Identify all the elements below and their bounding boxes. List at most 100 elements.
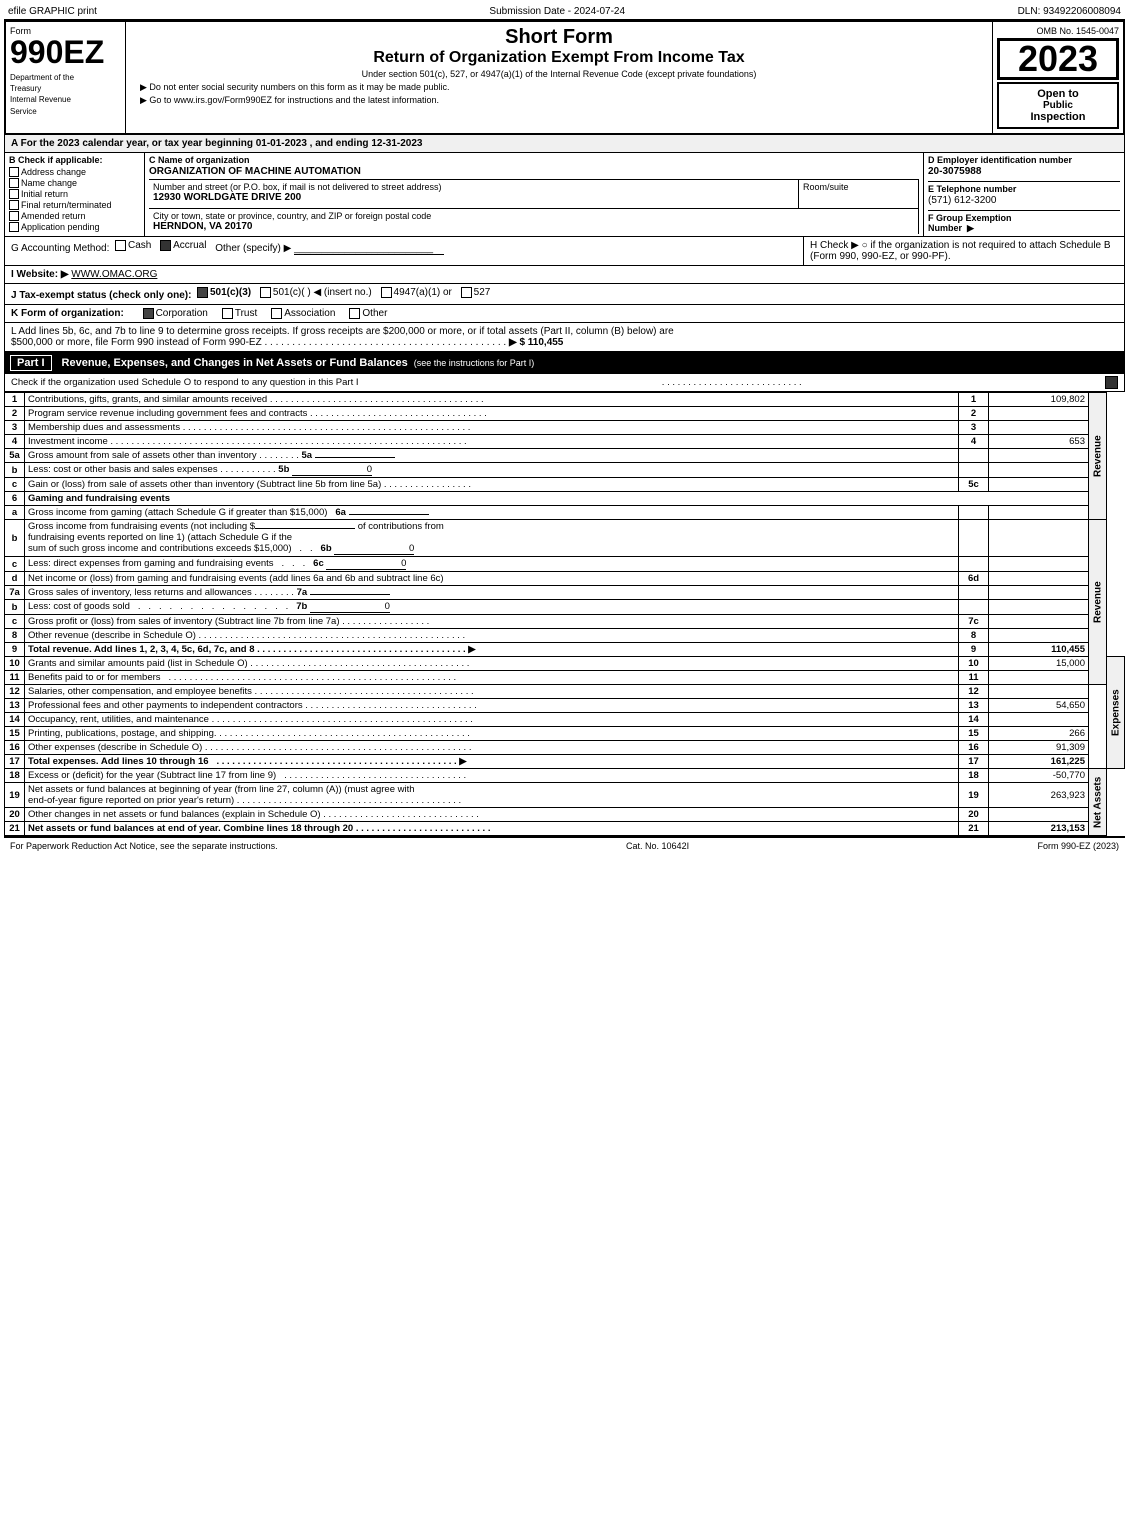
line-num-cell: 4 bbox=[5, 435, 25, 449]
phone-value: (571) 612-3200 bbox=[928, 195, 1120, 206]
revenue-side-label-2: Revenue bbox=[1089, 520, 1107, 685]
line-desc-cell: Total revenue. Add lines 1, 2, 3, 4, 5c,… bbox=[25, 643, 959, 657]
corp-checkbox[interactable] bbox=[143, 308, 154, 319]
l-arrow-amount: ▶ $ 110,455 bbox=[509, 337, 563, 348]
website-prefix: I Website: ▶ bbox=[11, 269, 69, 280]
501c-option: 501(c)( ) ◀ (insert no.) bbox=[260, 287, 372, 298]
field-c-wrapper: C Name of organization ORGANIZATION OF M… bbox=[149, 155, 919, 177]
line-num-cell: 20 bbox=[5, 808, 25, 822]
line-num-cell: 8 bbox=[5, 629, 25, 643]
line-desc-cell: Net assets or fund balances at end of ye… bbox=[25, 822, 959, 836]
table-row: 14 Occupancy, rent, utilities, and maint… bbox=[5, 713, 1125, 727]
line-ref-cell: 13 bbox=[959, 699, 989, 713]
4947a1-checkbox[interactable] bbox=[381, 287, 392, 298]
revenue-section: 1 Contributions, gifts, grants, and simi… bbox=[5, 393, 1125, 836]
page: efile GRAPHIC print Submission Date - 20… bbox=[0, 0, 1129, 858]
line-amount-cell bbox=[989, 586, 1089, 600]
table-row: 17 Total expenses. Add lines 10 through … bbox=[5, 755, 1125, 769]
table-row: 19 Net assets or fund balances at beginn… bbox=[5, 783, 1125, 808]
fields-bcd: B Check if applicable: Address change Na… bbox=[4, 153, 1125, 237]
table-row: 12 Salaries, other compensation, and emp… bbox=[5, 685, 1125, 699]
footer-center: Cat. No. 10642I bbox=[626, 841, 689, 851]
line-amount-cell: 161,225 bbox=[989, 755, 1089, 769]
4947a1-option: 4947(a)(1) or bbox=[381, 287, 452, 298]
other-option: Other bbox=[349, 308, 387, 319]
line-ref-cell bbox=[959, 463, 989, 478]
other-org-checkbox[interactable] bbox=[349, 308, 360, 319]
line-num-cell: 18 bbox=[5, 769, 25, 783]
line-amount-cell: 15,000 bbox=[989, 657, 1089, 671]
line-num-cell: a bbox=[5, 506, 25, 520]
line-num-cell: b bbox=[5, 463, 25, 478]
line-ref-cell: 7c bbox=[959, 615, 989, 629]
line-desc-cell: Benefits paid to or for members . . . . … bbox=[25, 671, 959, 685]
table-row: b Less: cost of goods sold . . . . . . .… bbox=[5, 600, 1125, 615]
line-amount-cell bbox=[989, 463, 1089, 478]
final-return-checkbox[interactable] bbox=[9, 200, 19, 210]
line-desc-cell: Gross sales of inventory, less returns a… bbox=[25, 586, 959, 600]
other-value: _________________________ bbox=[294, 243, 444, 255]
line-num-cell: 10 bbox=[5, 657, 25, 671]
line-amount-cell: 266 bbox=[989, 727, 1089, 741]
section-a-text: A For the 2023 calendar year, or tax yea… bbox=[11, 138, 422, 149]
accounting-h-row: G Accounting Method: Cash Accrual Other … bbox=[4, 237, 1125, 266]
name-change-checkbox[interactable] bbox=[9, 178, 19, 188]
line-desc-cell: Contributions, gifts, grants, and simila… bbox=[25, 393, 959, 407]
527-checkbox[interactable] bbox=[461, 287, 472, 298]
line-desc-cell: Net income or (loss) from gaming and fun… bbox=[25, 572, 959, 586]
field-b: B Check if applicable: Address change Na… bbox=[5, 153, 145, 236]
table-row: 1 Contributions, gifts, grants, and simi… bbox=[5, 393, 1125, 407]
schedule-o-checkbox[interactable] bbox=[1105, 376, 1118, 389]
corp-option: Corporation bbox=[143, 308, 208, 319]
table-row: 11 Benefits paid to or for members . . .… bbox=[5, 671, 1125, 685]
table-row: 16 Other expenses (describe in Schedule … bbox=[5, 741, 1125, 755]
assoc-checkbox[interactable] bbox=[271, 308, 282, 319]
line-amount-cell bbox=[989, 671, 1089, 685]
line-ref-cell: 17 bbox=[959, 755, 989, 769]
website-value: WWW.OMAC.ORG bbox=[71, 269, 157, 280]
under-section-text: Under section 501(c), 527, or 4947(a)(1)… bbox=[130, 69, 988, 79]
amended-return-checkbox[interactable] bbox=[9, 211, 19, 221]
501c3-checkbox[interactable] bbox=[197, 287, 208, 298]
open-to-label: Open to bbox=[1001, 88, 1115, 100]
line-amount-cell bbox=[989, 808, 1089, 822]
table-row: 13 Professional fees and other payments … bbox=[5, 699, 1125, 713]
line-ref-cell bbox=[959, 600, 989, 615]
table-row: a Gross income from gaming (attach Sched… bbox=[5, 506, 1125, 520]
line-desc-cell: Less: cost or other basis and sales expe… bbox=[25, 463, 959, 478]
application-pending-checkbox[interactable] bbox=[9, 222, 19, 232]
table-row: 20 Other changes in net assets or fund b… bbox=[5, 808, 1125, 822]
cash-checkbox[interactable] bbox=[115, 240, 126, 251]
line-amount-cell bbox=[989, 478, 1089, 492]
line-amount-cell bbox=[989, 685, 1089, 699]
address-change-checkbox[interactable] bbox=[9, 167, 19, 177]
501c-checkbox[interactable] bbox=[260, 287, 271, 298]
accounting-block: G Accounting Method: Cash Accrual Other … bbox=[5, 237, 804, 265]
line-amount-cell bbox=[989, 421, 1089, 435]
footer-right: Form 990-EZ (2023) bbox=[1037, 841, 1119, 851]
line-amount-cell: 213,153 bbox=[989, 822, 1089, 836]
check-schedule-dots: . . . . . . . . . . . . . . . . . . . . … bbox=[662, 377, 802, 388]
trust-checkbox[interactable] bbox=[222, 308, 233, 319]
initial-return-checkbox[interactable] bbox=[9, 189, 19, 199]
table-row: 18 Excess or (deficit) for the year (Sub… bbox=[5, 769, 1125, 783]
main-data-table: 1 Contributions, gifts, grants, and simi… bbox=[4, 392, 1125, 836]
table-row: 4 Investment income . . . . . . . . . . … bbox=[5, 435, 1125, 449]
line-desc-cell: Professional fees and other payments to … bbox=[25, 699, 959, 713]
dln-number: DLN: 93492206008094 bbox=[1018, 6, 1121, 17]
l-text2: $500,000 or more, file Form 990 instead … bbox=[11, 337, 262, 348]
line-num-cell: c bbox=[5, 615, 25, 629]
table-row: 6 Gaming and fundraising events bbox=[5, 492, 1125, 506]
h-block: H Check ▶ ○ if the organization is not r… bbox=[804, 237, 1124, 265]
public-label: Public bbox=[1001, 100, 1115, 111]
line-ref-cell: 8 bbox=[959, 629, 989, 643]
accrual-checkbox[interactable] bbox=[160, 240, 171, 251]
line-ref-cell: 3 bbox=[959, 421, 989, 435]
line-ref-cell bbox=[959, 449, 989, 463]
line-ref-cell: 9 bbox=[959, 643, 989, 657]
line-ref-cell: 12 bbox=[959, 685, 989, 699]
line-ref-cell: 16 bbox=[959, 741, 989, 755]
fgroup-label: F Group ExemptionNumber ▶ bbox=[928, 213, 1120, 234]
line-desc-cell: Other revenue (describe in Schedule O) .… bbox=[25, 629, 959, 643]
line-num-cell: 1 bbox=[5, 393, 25, 407]
